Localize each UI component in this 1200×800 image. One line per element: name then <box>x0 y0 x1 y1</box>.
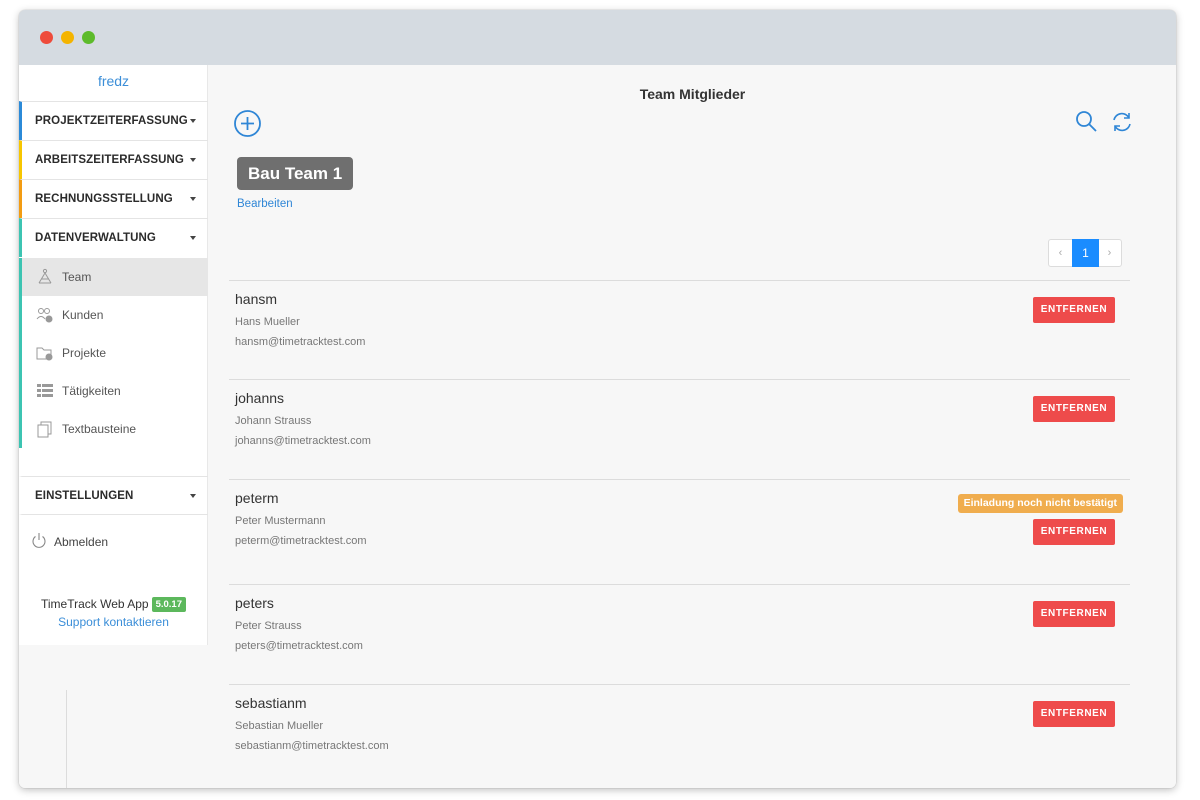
nav-section-arbeitszeiterfassung[interactable]: ARBEITSZEITERFASSUNG <box>19 140 208 179</box>
page-title: Team Mitglieder <box>639 86 746 102</box>
member-username: johanns <box>235 390 285 406</box>
main-content: Team Mitglieder Bau Team 1 Bearbeiten ‹ … <box>209 65 1176 788</box>
member-full-name: Peter Mustermann <box>235 515 326 527</box>
maximize-window-button[interactable] <box>82 31 95 44</box>
nav-section-rechnungsstellung[interactable]: RECHNUNGSSTELLUNG <box>19 179 208 218</box>
current-user[interactable]: fredz <box>19 73 208 89</box>
member-row: johanns Johann Strauss johanns@timetrack… <box>229 379 1130 479</box>
member-row: peters Peter Strauss peters@timetracktes… <box>229 584 1130 684</box>
caret-down-icon <box>190 158 196 162</box>
member-row: hansm Hans Mueller hansm@timetracktest.c… <box>229 280 1130 380</box>
edit-team-link[interactable]: Bearbeiten <box>237 198 293 210</box>
pagination-next-button[interactable]: › <box>1098 240 1121 266</box>
title-bar <box>19 10 1176 65</box>
nav-section-datenverwaltung[interactable]: DATENVERWALTUNG <box>19 218 208 257</box>
app-info: TimeTrack Web App 5.0.17 Support kontakti… <box>19 595 208 629</box>
pagination: ‹ 1 › <box>1048 239 1122 267</box>
sidebar-item-label: Tätigkeiten <box>62 384 121 398</box>
refresh-icon[interactable] <box>1110 110 1134 134</box>
caret-down-icon <box>190 494 196 498</box>
sidebar-item-label: Textbausteine <box>62 422 137 436</box>
team-icon <box>38 268 52 284</box>
logout-button[interactable]: Abmelden <box>31 531 108 551</box>
member-username: peters <box>235 595 274 611</box>
customers-icon <box>36 308 53 323</box>
sidebar-item-kunden[interactable]: Kunden <box>19 296 208 334</box>
app-window: fredz PROJEKTZEITERFASSUNG ARBEITSZEITER… <box>19 10 1176 788</box>
member-email: hansm@timetracktest.com <box>235 336 366 348</box>
sidebar-item-projekte[interactable]: Projekte <box>19 334 208 372</box>
member-row: peterm Peter Mustermann peterm@timetrack… <box>229 479 1130 584</box>
team-name-badge: Bau Team 1 <box>237 157 354 190</box>
pagination-page-button[interactable]: 1 <box>1072 239 1099 267</box>
remove-member-button[interactable]: ENTFERNEN <box>1033 396 1115 422</box>
sidebar-item-textbausteine[interactable]: Textbausteine <box>19 410 208 448</box>
version-badge: 5.0.17 <box>151 597 186 612</box>
sidebar-item-label: Projekte <box>62 346 107 360</box>
activities-icon <box>37 384 53 397</box>
search-icon[interactable] <box>1074 109 1098 133</box>
nav-section-einstellungen[interactable]: EINSTELLUNGEN <box>19 476 208 515</box>
member-full-name: Peter Strauss <box>235 620 302 632</box>
invitation-pending-badge: Einladung noch nicht bestätigt <box>957 494 1123 513</box>
member-username: peterm <box>235 490 279 506</box>
nav-section-label: RECHNUNGSSTELLUNG <box>35 193 173 205</box>
member-email: sebastianm@timetracktest.com <box>235 740 389 752</box>
member-email: peters@timetracktest.com <box>235 640 363 652</box>
nav-section-label: EINSTELLUNGEN <box>35 490 134 502</box>
nav-section-label: ARBEITSZEITERFASSUNG <box>35 154 184 166</box>
sidebar-item-team[interactable]: Team <box>19 258 208 296</box>
member-full-name: Sebastian Mueller <box>235 720 324 732</box>
remove-member-button[interactable]: ENTFERNEN <box>1033 519 1115 545</box>
divider <box>66 690 67 788</box>
remove-member-button[interactable]: ENTFERNEN <box>1033 297 1115 323</box>
logout-label: Abmelden <box>54 535 109 549</box>
support-link[interactable]: Support kontaktieren <box>19 615 208 629</box>
sidebar-item-label: Team <box>62 270 92 284</box>
sidebar-item-label: Kunden <box>62 308 104 322</box>
nav-section-label: DATENVERWALTUNG <box>35 232 156 244</box>
power-icon <box>32 533 46 548</box>
nav-section-projektzeiterfassung[interactable]: PROJEKTZEITERFASSUNG <box>19 101 208 140</box>
sidebar-item-taetigkeiten[interactable]: Tätigkeiten <box>19 372 208 410</box>
member-row: sebastianm Sebastian Mueller sebastianm@… <box>229 684 1130 784</box>
pagination-prev-button[interactable]: ‹ <box>1049 240 1072 266</box>
caret-down-icon <box>190 119 196 123</box>
member-email: peterm@timetracktest.com <box>235 535 367 547</box>
member-email: johanns@timetracktest.com <box>235 435 371 447</box>
caret-down-icon <box>190 236 196 240</box>
member-username: sebastianm <box>235 695 307 711</box>
sidebar: fredz PROJEKTZEITERFASSUNG ARBEITSZEITER… <box>19 65 208 645</box>
member-full-name: Hans Mueller <box>235 316 300 328</box>
close-window-button[interactable] <box>40 31 53 44</box>
remove-member-button[interactable]: ENTFERNEN <box>1033 701 1115 727</box>
nav-section-label: PROJEKTZEITERFASSUNG <box>35 115 188 127</box>
projects-icon <box>36 347 53 361</box>
caret-down-icon <box>190 197 196 201</box>
member-username: hansm <box>235 291 278 307</box>
sidebar-footer-area <box>19 645 208 788</box>
add-member-button[interactable] <box>233 109 262 138</box>
minimize-window-button[interactable] <box>61 31 74 44</box>
text-blocks-icon <box>37 421 52 438</box>
remove-member-button[interactable]: ENTFERNEN <box>1033 601 1115 627</box>
member-full-name: Johann Strauss <box>235 415 312 427</box>
app-name: TimeTrack Web App <box>40 597 149 611</box>
